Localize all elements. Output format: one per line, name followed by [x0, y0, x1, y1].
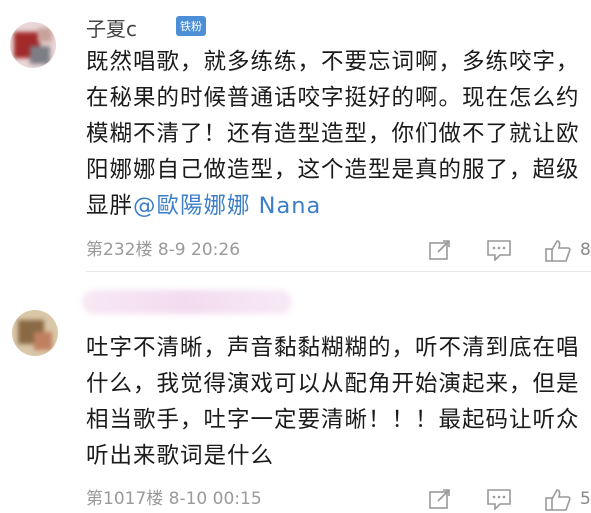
comment-text: 既然唱歌，就多练练，不要忘词啊，多练咬字，在秘果的时候普通话咬字挺好的啊。现在怎… [86, 44, 586, 224]
avatar[interactable] [12, 310, 58, 356]
share-icon[interactable] [428, 239, 452, 261]
comment-body: 吐字不清晰，声音黏黏糊糊的，听不清到底在唱什么，我觉得演戏可以从配角开始演起来，… [86, 335, 580, 469]
floor-timestamp: 第1017楼 8-10 00:15 [86, 489, 262, 509]
thumbs-up-icon[interactable] [544, 239, 572, 263]
mention-link[interactable]: @歐陽娜娜 Nana [133, 193, 321, 219]
comment-text: 吐字不清晰，声音黏黏糊糊的，听不清到底在唱什么，我觉得演戏可以从配角开始演起来，… [86, 330, 586, 474]
divider [86, 271, 591, 272]
comment-item: 吐字不清晰，声音黏黏糊糊的，听不清到底在唱什么，我觉得演戏可以从配角开始演起来，… [0, 280, 591, 511]
reply-icon[interactable] [486, 239, 512, 261]
comment-meta: 第1017楼 8-10 00:15 5 [86, 485, 591, 513]
like-count: 8 [580, 240, 591, 260]
fan-badge: 铁粉 [176, 16, 206, 36]
comment-item: 子夏c 铁粉 既然唱歌，就多练练，不要忘词啊，多练咬字，在秘果的时候普通话咬字挺… [0, 0, 591, 272]
floor-timestamp: 第232楼 8-9 20:26 [86, 240, 241, 260]
avatar[interactable] [10, 22, 56, 68]
username[interactable]: 子夏c [86, 13, 137, 42]
thumbs-up-icon[interactable] [544, 488, 572, 512]
like-count: 5 [580, 489, 591, 509]
comment-meta: 第232楼 8-9 20:26 8 [86, 236, 591, 264]
blurred-username[interactable] [82, 290, 292, 314]
